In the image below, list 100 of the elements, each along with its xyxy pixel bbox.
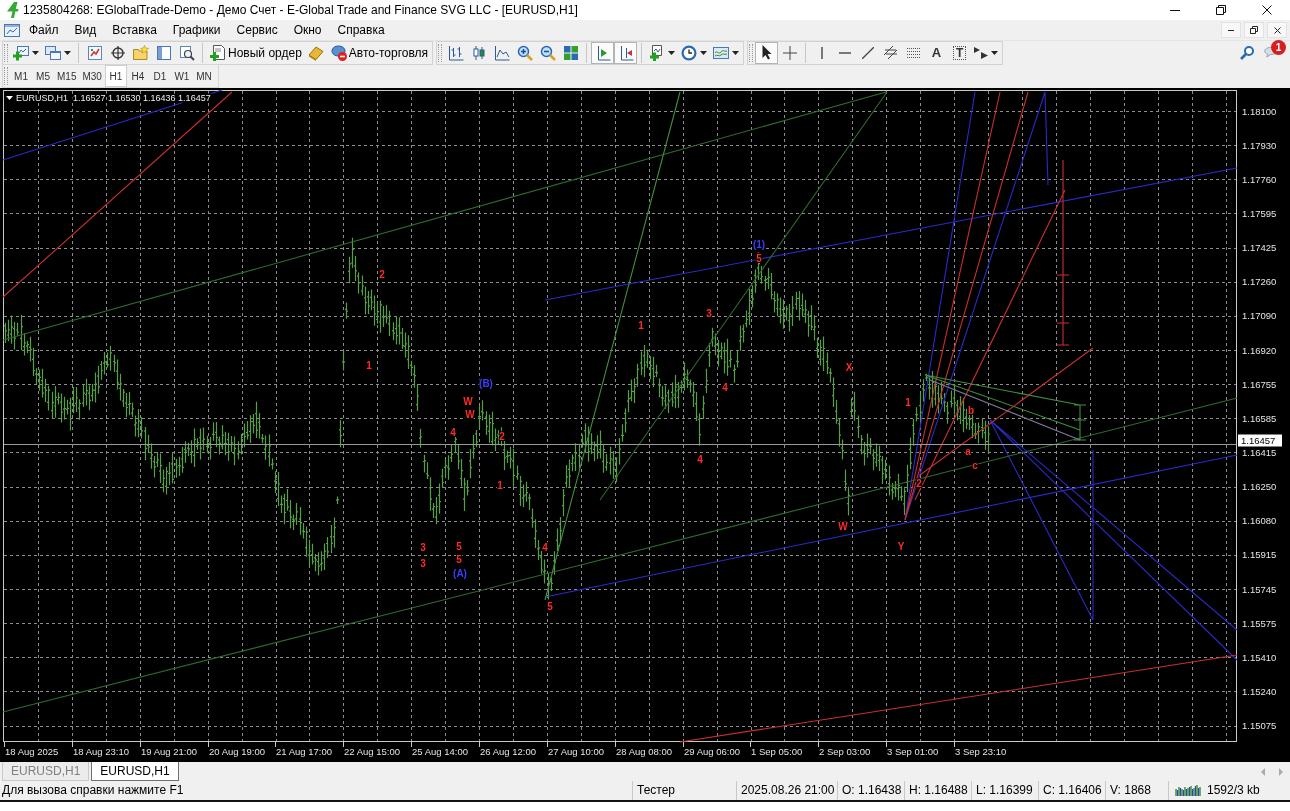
price-label: 1.15075 (1242, 720, 1277, 731)
restore-icon (1216, 5, 1226, 15)
status-traffic: 1592/3 kb (1207, 782, 1260, 799)
wave-label: 3 (706, 307, 712, 319)
menu-item[interactable]: Вставка (104, 20, 165, 40)
close-button[interactable] (1267, 22, 1287, 38)
status-cell: 2025.08.26 21:00 (736, 781, 837, 800)
cursor-icon (761, 45, 772, 60)
crosshair-icon (782, 45, 797, 60)
stop-badge-icon (330, 44, 347, 61)
timeframe-tab[interactable]: M30 (79, 65, 105, 87)
price-label: 1.16755 (1242, 378, 1277, 390)
chart-tab[interactable]: EURUSD,H1 (91, 762, 179, 781)
text-label-tool-button[interactable]: T (948, 41, 972, 64)
chart-symbol: EURUSD,H1 (16, 93, 68, 103)
caret-icon (668, 50, 676, 55)
horizontal-line-icon (838, 51, 851, 54)
time-label: 20 Aug 19:00 (209, 745, 265, 757)
menu-item[interactable]: Вид (66, 20, 105, 40)
menu-item[interactable]: Справка (329, 20, 393, 40)
arrows-icon (974, 46, 989, 59)
wave-label: Y (897, 540, 905, 552)
wave-label: a (965, 445, 971, 457)
menu-item[interactable]: Файл (21, 20, 67, 40)
diagonal-line-icon (861, 46, 874, 59)
fibonacci-icon (906, 47, 921, 58)
timeframe-tab[interactable]: D1 (148, 65, 171, 87)
wave-label: W (463, 395, 473, 407)
wave-label: 2 (916, 477, 922, 489)
timeframe-tab[interactable]: M5 (32, 65, 54, 87)
status-cell: V: 1868 (1105, 781, 1168, 800)
clock-icon (681, 44, 698, 61)
search-icon (1240, 45, 1255, 60)
menu-item[interactable]: Окно (285, 20, 330, 40)
price-label: 1.17595 (1242, 207, 1277, 219)
signal-bars-icon (1175, 785, 1201, 796)
timeframe-tab[interactable]: MN (192, 65, 215, 87)
wave-label: b (967, 404, 975, 416)
minimize-icon (1170, 9, 1180, 11)
crosshair-icon (109, 44, 126, 61)
caret-icon (732, 50, 740, 55)
chart-document-icon (4, 23, 20, 37)
restore-button[interactable] (1244, 22, 1264, 38)
wave-label: 5 (547, 600, 553, 612)
minimize-icon (1228, 29, 1234, 31)
vertical-line-icon (820, 46, 823, 59)
windows-icon (45, 44, 61, 61)
price-label: 1.15410 (1242, 651, 1277, 663)
toolbar-button[interactable] (614, 41, 638, 64)
time-label: 18 Aug 2025 (5, 745, 59, 757)
toolbar-button[interactable] (755, 41, 779, 64)
close-icon (1262, 5, 1272, 15)
time-label: 27 Aug 10:00 (548, 745, 604, 757)
close-icon (1273, 26, 1281, 34)
caret-icon (32, 50, 39, 55)
folder-star-icon (132, 44, 149, 61)
text-tool-button[interactable]: A (925, 41, 949, 64)
wave-label: 3 (420, 541, 426, 553)
menu-item[interactable]: Графики (164, 20, 229, 40)
menu-item[interactable]: Сервис (228, 20, 286, 40)
timeframe-tab[interactable]: W1 (170, 65, 193, 87)
toolbar-button[interactable] (591, 41, 615, 64)
price-label: 1.18100 (1242, 105, 1277, 117)
tiles-icon (562, 44, 579, 61)
price-label: 1.17930 (1242, 139, 1277, 151)
timeframe-tab[interactable]: M1 (10, 65, 32, 87)
toolbar-button[interactable]: Новый ордер (207, 41, 305, 64)
wave-label: W (465, 408, 475, 420)
channel-icon (883, 45, 898, 60)
restore-icon (1250, 26, 1258, 34)
price-label: 1.15745 (1242, 583, 1277, 595)
timeframe-tab[interactable]: M15 (54, 65, 80, 87)
status-text: Для вызова справки нажмите F1 (1, 782, 185, 799)
status-cell: Тестер (632, 781, 736, 800)
wave-label: 4 (542, 541, 548, 553)
magnifier-chart-icon (178, 44, 195, 61)
panel-icon (155, 44, 172, 61)
price-label: 1.15240 (1242, 685, 1277, 697)
timeframe-tab[interactable]: H4 (126, 65, 149, 87)
wave-label: (1) (752, 238, 766, 250)
wave-label: 1 (638, 319, 644, 331)
app-logo-icon (6, 2, 19, 18)
wave-label: (A) (453, 567, 467, 579)
status-cell: L: 1.16399 (971, 781, 1038, 800)
status-cell: C: 1.16406 (1038, 781, 1105, 800)
time-label: 3 Sep 01:00 (887, 745, 939, 757)
time-label: 2 Sep 03:00 (819, 745, 871, 757)
price-label: 1.17260 (1242, 276, 1277, 288)
wave-label: 4 (722, 381, 728, 393)
chart-plus-icon (13, 44, 29, 61)
book-icon (308, 44, 325, 61)
zoom-in-icon (516, 44, 533, 61)
line-chart-icon (493, 44, 510, 61)
timeframe-tab[interactable]: H1 (104, 65, 127, 87)
time-label: 29 Aug 06:00 (684, 745, 740, 757)
price-label: 1.16415 (1242, 446, 1277, 458)
price-label: 1.17760 (1242, 173, 1277, 185)
toolbar-button[interactable]: Авто-торговля (327, 41, 432, 64)
wave-label: c (972, 459, 978, 471)
status-cell: H: 1.16488 (904, 781, 971, 800)
